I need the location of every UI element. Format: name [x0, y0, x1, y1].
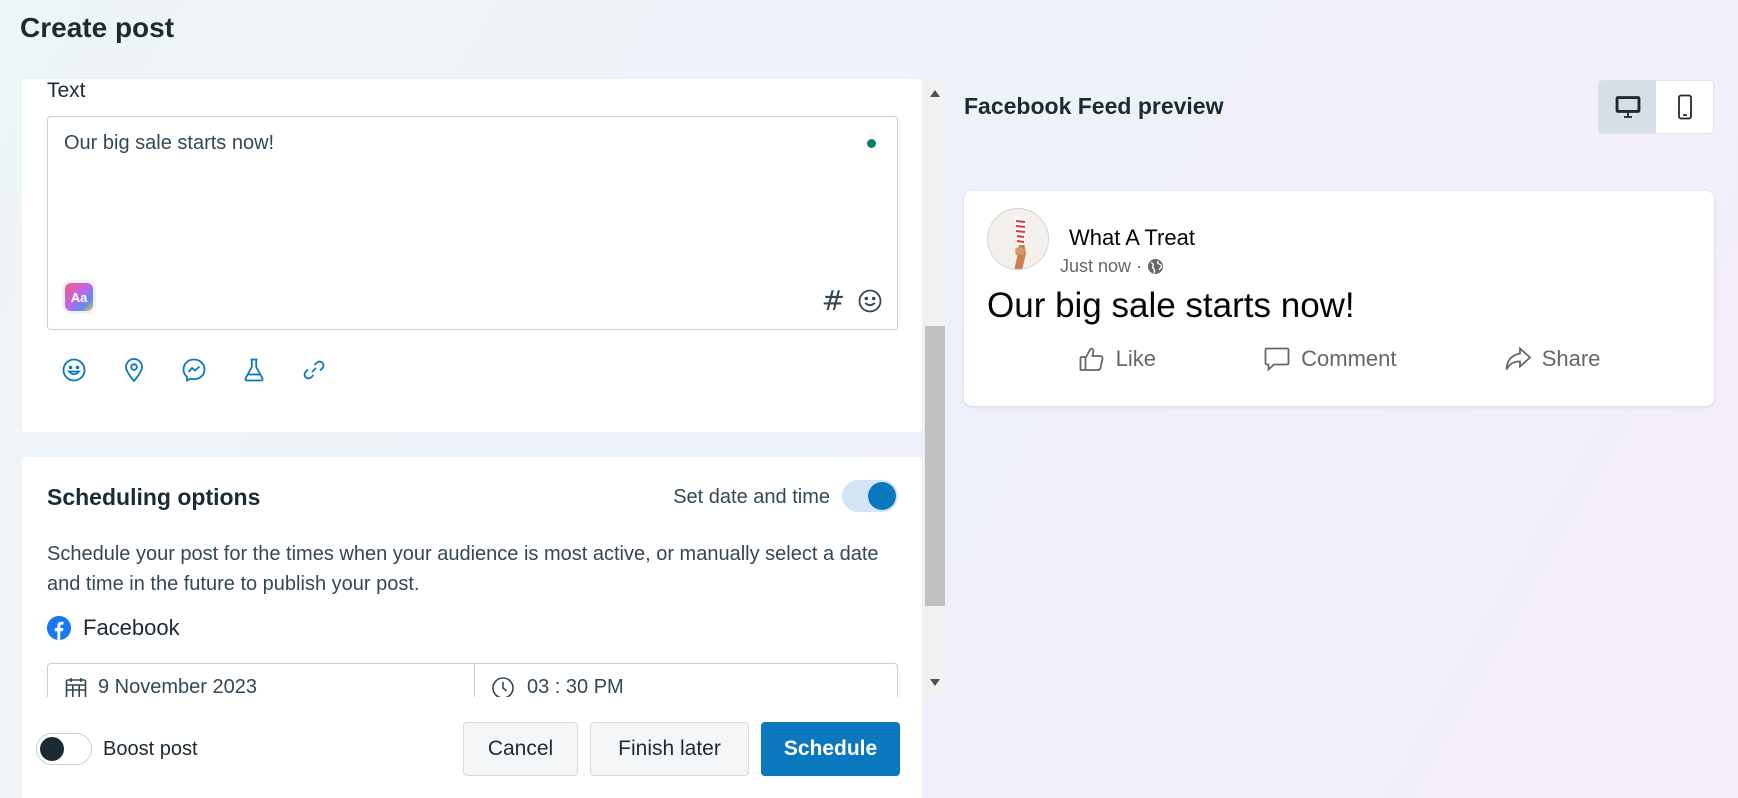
post-actions: Like Comment Share	[964, 331, 1714, 386]
hashtag-icon[interactable]: #	[822, 287, 845, 315]
scheduling-card: Scheduling options Set date and time Sch…	[22, 457, 922, 697]
time-value: 03 : 30 PM	[527, 676, 624, 697]
link-icon[interactable]	[299, 355, 329, 385]
mobile-preview-button[interactable]	[1656, 81, 1713, 133]
status-dot-icon	[867, 139, 876, 148]
share-label: Share	[1541, 345, 1601, 371]
page-title: Create post	[20, 12, 175, 43]
like-button[interactable]: Like	[1078, 331, 1156, 386]
text-card: Text Our big sale starts now! Aa #	[22, 79, 922, 432]
cancel-button[interactable]: Cancel	[463, 722, 578, 776]
mobile-phone-icon	[1677, 94, 1692, 120]
clock-icon	[492, 677, 514, 697]
globe-icon	[1148, 259, 1164, 274]
post-text-value[interactable]: Our big sale starts now!	[64, 132, 274, 155]
thumbs-up-icon	[1079, 347, 1104, 371]
scroll-down-arrow-icon[interactable]	[930, 679, 940, 686]
text-format-aa-icon[interactable]: Aa	[65, 283, 93, 311]
date-input[interactable]: 9 November 2023	[48, 664, 475, 697]
comment-label: Comment	[1301, 345, 1397, 371]
post-text-input[interactable]: Our big sale starts now! Aa #	[47, 116, 898, 330]
composer-footer: Boost post Cancel Finish later Schedule	[22, 697, 922, 798]
facebook-icon	[47, 616, 71, 640]
flask-icon[interactable]	[239, 355, 269, 385]
scroll-thumb[interactable]	[925, 326, 945, 606]
schedule-button[interactable]: Schedule	[761, 722, 900, 776]
post-preview-card: What A Treat Just now · Our big sale sta…	[964, 191, 1714, 406]
platform-label: Facebook	[83, 615, 180, 640]
boost-post-toggle[interactable]	[36, 733, 92, 765]
like-label: Like	[1115, 345, 1156, 371]
date-value: 9 November 2023	[98, 676, 257, 697]
scroll-up-arrow-icon[interactable]	[930, 90, 940, 97]
avatar	[987, 208, 1049, 270]
toggle-knob	[40, 737, 64, 761]
scheduling-title: Scheduling options	[47, 484, 261, 510]
post-time-text: Just now ·	[1060, 256, 1143, 276]
time-input[interactable]: 03 : 30 PM	[475, 664, 897, 697]
boost-post-label: Boost post	[103, 738, 198, 760]
set-date-time-toggle[interactable]	[842, 480, 898, 512]
scheduling-description: Schedule your post for the times when yo…	[47, 543, 879, 595]
finish-later-button[interactable]: Finish later	[590, 722, 749, 776]
composer-scrollbar[interactable]	[924, 79, 946, 697]
share-button[interactable]: Share	[1504, 331, 1601, 386]
desktop-icon	[1615, 96, 1640, 118]
location-pin-icon[interactable]	[119, 355, 149, 385]
messenger-icon[interactable]	[179, 355, 209, 385]
comment-icon	[1264, 347, 1290, 372]
post-preview-text: Our big sale starts now!	[987, 286, 1355, 325]
composer-scroll-area[interactable]: Text Our big sale starts now! Aa # Sched…	[22, 79, 922, 697]
comment-button[interactable]: Comment	[1263, 331, 1397, 386]
share-arrow-icon	[1505, 345, 1532, 370]
post-timestamp: Just now ·	[1060, 256, 1164, 277]
composer-tools	[59, 355, 329, 385]
platform-row: Facebook	[47, 615, 180, 641]
device-switch	[1598, 80, 1714, 134]
set-date-time-label: Set date and time	[673, 486, 830, 508]
text-label: Text	[47, 79, 86, 102]
page-name: What A Treat	[1069, 225, 1195, 250]
desktop-preview-button[interactable]	[1599, 81, 1656, 133]
preview-title: Facebook Feed preview	[964, 93, 1224, 119]
toggle-knob	[868, 482, 896, 510]
calendar-icon	[65, 678, 87, 697]
emoji-picker-icon[interactable]	[857, 288, 883, 314]
feeling-emoji-icon[interactable]	[59, 355, 89, 385]
date-time-inputs: 9 November 2023 03 : 30 PM	[47, 663, 898, 697]
